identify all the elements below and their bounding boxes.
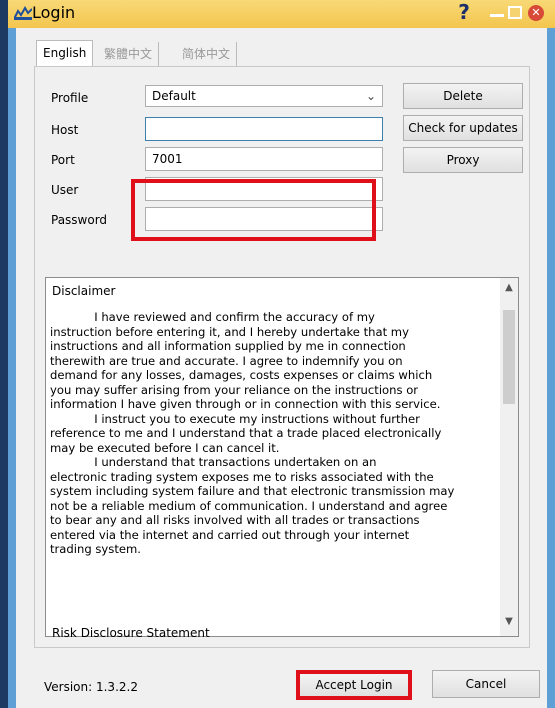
risk-disclosure-heading: Risk Disclosure Statement [52, 626, 210, 640]
minimize-icon[interactable] [490, 14, 504, 17]
tab-simplified-chinese[interactable]: 简体中文 [176, 42, 238, 66]
host-label: Host [51, 123, 79, 137]
login-panel: Profile Default ⌄ Delete Host Check for … [34, 66, 530, 648]
title-bar[interactable]: Login ? ✕ [8, 0, 555, 28]
tab-english[interactable]: English [36, 40, 94, 67]
accept-login-button[interactable]: Accept Login [296, 670, 412, 700]
scroll-up-icon[interactable]: ▲ [500, 282, 518, 298]
password-label: Password [51, 213, 108, 227]
profile-select[interactable]: Default ⌄ [145, 85, 383, 107]
check-updates-button[interactable]: Check for updates [403, 115, 523, 141]
disclaimer-scrollbar[interactable]: ▲ ▼ [500, 278, 518, 636]
host-field[interactable] [145, 117, 383, 141]
maximize-icon[interactable] [508, 6, 522, 19]
scroll-thumb[interactable] [503, 310, 515, 404]
delete-button[interactable]: Delete [403, 83, 523, 109]
close-icon[interactable]: ✕ [528, 5, 544, 21]
cancel-button[interactable]: Cancel [432, 670, 540, 698]
port-label: Port [51, 153, 75, 167]
proxy-button[interactable]: Proxy [403, 147, 523, 173]
tab-traditional-chinese[interactable]: 繁體中文 [98, 42, 160, 66]
user-label: User [51, 183, 79, 197]
app-icon [14, 6, 32, 20]
help-icon[interactable]: ? [456, 0, 472, 26]
profile-value: Default [152, 89, 196, 103]
disclaimer-text: I have reviewed and confirm the accuracy… [50, 310, 455, 556]
client-area: English 繁體中文 简体中文 Profile Default ⌄ Dele… [16, 28, 547, 708]
chevron-down-icon[interactable]: ⌄ [366, 86, 376, 106]
login-window: Login ? ✕ English 繁體中文 简体中文 Profile Defa… [8, 0, 555, 708]
version-label: Version: 1.3.2.2 [44, 680, 138, 694]
window-title: Login [32, 3, 76, 22]
disclaimer-title: Disclaimer [52, 284, 116, 298]
profile-label: Profile [51, 91, 89, 105]
port-field[interactable]: 7001 [145, 147, 383, 171]
disclaimer-box[interactable]: Disclaimer I have reviewed and confirm t… [45, 277, 519, 640]
scroll-down-icon[interactable]: ▼ [500, 616, 518, 632]
highlight-credentials [131, 179, 376, 241]
